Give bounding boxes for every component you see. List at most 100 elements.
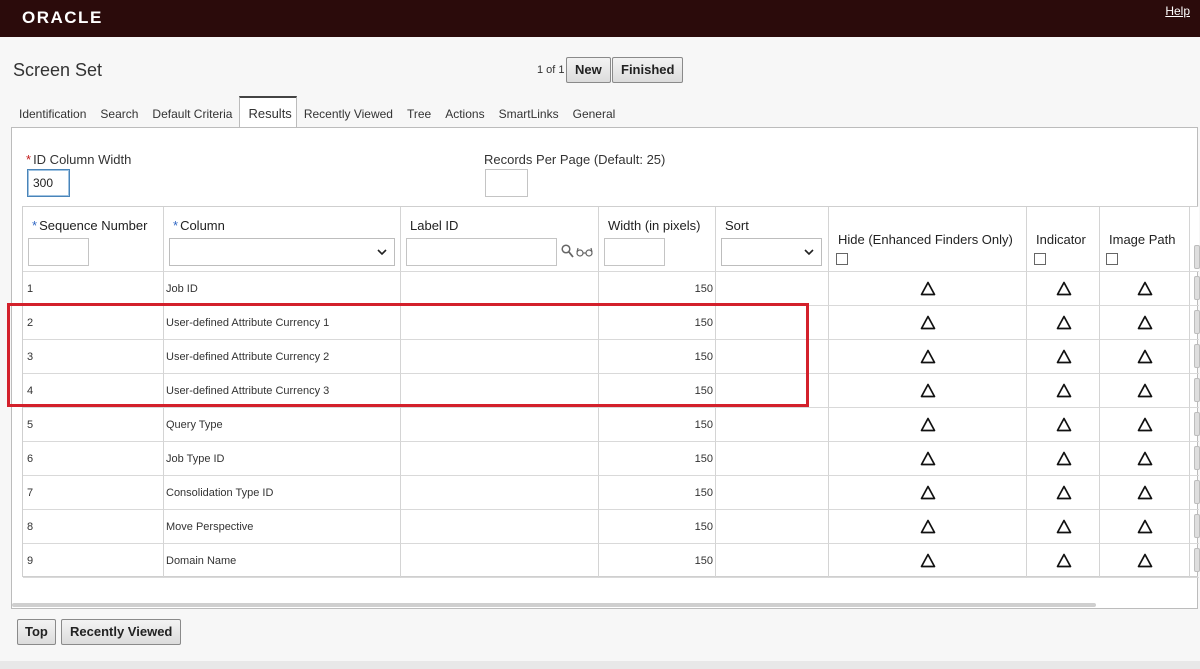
triangle-icon[interactable] (1056, 553, 1072, 568)
triangle-icon[interactable] (1137, 451, 1153, 466)
triangle-icon[interactable] (1137, 315, 1153, 330)
indicator-cell (1027, 340, 1100, 374)
top-bar: ORACLE Help (0, 0, 1200, 37)
recently-viewed-button[interactable]: Recently Viewed (61, 619, 182, 645)
image-path-cell (1100, 340, 1190, 374)
width-cell: 150 (599, 408, 716, 442)
triangle-icon[interactable] (1056, 383, 1072, 398)
records-per-page-input[interactable] (485, 169, 528, 197)
width-filter-input[interactable] (604, 238, 665, 266)
triangle-icon[interactable] (1056, 519, 1072, 534)
column-cell: User-defined Attribute Currency 1 (164, 306, 401, 340)
triangle-icon[interactable] (920, 519, 936, 534)
triangle-icon[interactable] (1137, 417, 1153, 432)
header-label-id: Label ID (401, 207, 599, 272)
triangle-icon[interactable] (1137, 349, 1153, 364)
image-path-all-checkbox[interactable] (1106, 253, 1118, 265)
triangle-icon[interactable] (1056, 315, 1072, 330)
indicator-cell (1027, 374, 1100, 408)
tab-smartlinks[interactable]: SmartLinks (492, 107, 566, 128)
triangle-icon[interactable] (920, 485, 936, 500)
triangle-icon[interactable] (1137, 485, 1153, 500)
triangle-icon[interactable] (920, 553, 936, 568)
indicator-cell (1027, 442, 1100, 476)
width-text: 150 (694, 351, 713, 363)
label-id-filter-input[interactable] (406, 238, 557, 266)
tab-general[interactable]: General (566, 107, 623, 128)
horizontal-scrollbar[interactable] (12, 603, 1096, 607)
indicator-cell (1027, 544, 1100, 578)
triangle-icon[interactable] (920, 417, 936, 432)
id-width-input[interactable]: 300 (27, 169, 70, 197)
tab-search[interactable]: Search (93, 107, 145, 128)
row-scroll-stub (1194, 310, 1200, 334)
sort-cell (716, 374, 829, 408)
column-cell: Job Type ID (164, 442, 401, 476)
triangle-icon[interactable] (1056, 485, 1072, 500)
hide-all-checkbox[interactable] (836, 253, 848, 265)
sort-cell (716, 408, 829, 442)
sequence-text: 5 (27, 419, 34, 431)
sequence-cell: 1 (23, 272, 164, 306)
sequence-text: 8 (27, 521, 34, 533)
width-cell: 150 (599, 374, 716, 408)
sequence-cell: 3 (23, 340, 164, 374)
sort-filter-select[interactable] (721, 238, 822, 266)
tab-results[interactable]: Results (239, 96, 297, 129)
bottom-strip (0, 661, 1200, 669)
column-text: User-defined Attribute Currency 1 (166, 317, 330, 329)
new-button[interactable]: New (566, 57, 611, 83)
column-cell: Consolidation Type ID (164, 476, 401, 510)
triangle-icon[interactable] (1137, 553, 1153, 568)
triangle-icon[interactable] (920, 281, 936, 296)
label-id-cell (401, 510, 599, 544)
finished-button[interactable]: Finished (612, 57, 684, 83)
triangle-icon[interactable] (1056, 281, 1072, 296)
glasses-icon[interactable] (576, 247, 593, 257)
column-cell: Job ID (164, 272, 401, 306)
indicator-all-checkbox[interactable] (1034, 253, 1046, 265)
tab-actions[interactable]: Actions (438, 107, 491, 128)
image-path-cell (1100, 306, 1190, 340)
hide-cell (829, 272, 1027, 306)
indicator-cell (1027, 476, 1100, 510)
magnifier-icon[interactable] (561, 244, 574, 258)
hide-cell (829, 306, 1027, 340)
sequence-cell: 6 (23, 442, 164, 476)
triangle-icon[interactable] (1137, 383, 1153, 398)
indicator-cell (1027, 510, 1100, 544)
triangle-icon[interactable] (1056, 417, 1072, 432)
sequence-text: 2 (27, 317, 34, 329)
tab-recently-viewed[interactable]: Recently Viewed (297, 107, 400, 128)
triangle-icon[interactable] (920, 349, 936, 364)
label-id-cell (401, 340, 599, 374)
triangle-icon[interactable] (920, 451, 936, 466)
tab-identification[interactable]: Identification (12, 107, 93, 128)
triangle-icon[interactable] (1056, 349, 1072, 364)
column-filter-select[interactable] (169, 238, 395, 266)
column-text: Domain Name (166, 555, 237, 567)
width-cell: 150 (599, 476, 716, 510)
triangle-icon[interactable] (1137, 281, 1153, 296)
indicator-cell (1027, 408, 1100, 442)
tab-tree[interactable]: Tree (400, 107, 438, 128)
sequence-text: 4 (27, 385, 34, 397)
top-button[interactable]: Top (17, 619, 56, 645)
overflow-cell (1190, 442, 1200, 476)
triangle-icon[interactable] (920, 383, 936, 398)
help-link[interactable]: Help (1165, 4, 1190, 18)
image-path-cell (1100, 374, 1190, 408)
column-text: Move Perspective (166, 521, 254, 533)
triangle-icon[interactable] (1056, 451, 1072, 466)
triangle-icon[interactable] (1137, 519, 1153, 534)
width-cell: 150 (599, 442, 716, 476)
row-scroll-stub (1194, 480, 1200, 504)
column-cell: Move Perspective (164, 510, 401, 544)
hide-cell (829, 442, 1027, 476)
sequence-filter-input[interactable] (28, 238, 89, 266)
triangle-icon[interactable] (920, 315, 936, 330)
overflow-cell (1190, 340, 1200, 374)
tab-default-criteria[interactable]: Default Criteria (145, 107, 239, 128)
sort-cell (716, 510, 829, 544)
indicator-cell (1027, 272, 1100, 306)
